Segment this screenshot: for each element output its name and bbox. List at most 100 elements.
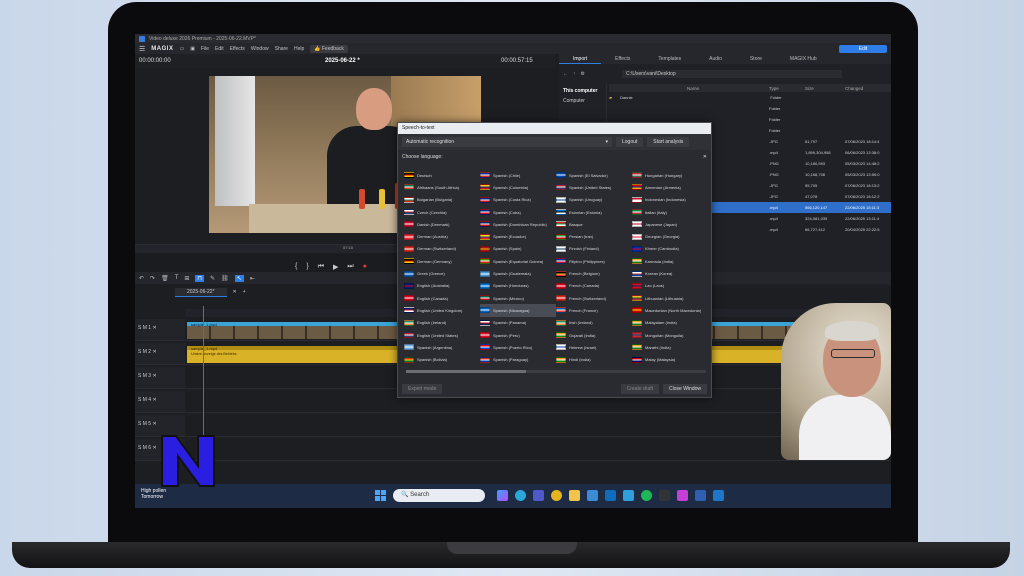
edge-icon[interactable] xyxy=(515,490,526,501)
language-option[interactable]: English (United States) xyxy=(404,329,480,341)
language-option[interactable]: Spanish (Costa Rica) xyxy=(480,194,556,206)
language-option[interactable]: Indonesian (Indonesia) xyxy=(632,194,708,206)
language-option[interactable]: French (Belgium) xyxy=(556,267,632,279)
track-header[interactable]: S M 3 ✕ xyxy=(135,367,185,388)
tab-magix-hub[interactable]: MAGIX Hub xyxy=(776,54,831,64)
taskbar-search[interactable]: 🔍 Search xyxy=(393,489,485,502)
record-icon[interactable]: ● xyxy=(363,263,367,271)
language-option[interactable]: French (Canada) xyxy=(556,280,632,292)
language-option[interactable]: Lithuanian (Lithuania) xyxy=(632,292,708,304)
track-header[interactable]: S M 2 ✕ xyxy=(135,343,185,364)
language-option[interactable]: German (Germany) xyxy=(404,255,480,267)
tree-this-computer[interactable]: This computer xyxy=(563,88,602,94)
language-option[interactable]: English (United Kingdom) xyxy=(404,304,480,316)
language-option[interactable]: Afrikaans (South Africa) xyxy=(404,181,480,193)
windows-start-icon[interactable] xyxy=(375,490,386,501)
language-option[interactable]: Spanish (Panama) xyxy=(480,317,556,329)
language-option[interactable]: Spanish (Paraguay) xyxy=(480,353,556,365)
language-option[interactable]: Irish (Ireland) xyxy=(556,317,632,329)
save-icon[interactable]: ▣ xyxy=(190,46,195,52)
menu-window[interactable]: Window xyxy=(251,46,269,52)
language-option[interactable]: Spanish (Argentina) xyxy=(404,341,480,353)
next-icon[interactable]: ⏭ xyxy=(347,263,353,271)
create-draft-button[interactable]: Create draft xyxy=(620,384,660,394)
photos-icon[interactable] xyxy=(623,490,634,501)
tree-computer[interactable]: Computer xyxy=(563,98,602,104)
logout-button[interactable]: Logout xyxy=(616,137,644,147)
language-option[interactable]: English (Ireland) xyxy=(404,317,480,329)
language-option[interactable]: Spanish (Guatemala) xyxy=(480,267,556,279)
close-icon[interactable]: ✕ xyxy=(703,154,707,160)
outlook-icon[interactable] xyxy=(605,490,616,501)
text-icon[interactable]: T xyxy=(175,275,179,281)
close-icon[interactable]: ✕ xyxy=(233,289,237,295)
tab-project[interactable]: 2025-06-22* xyxy=(175,287,227,297)
recognition-select[interactable]: Automatic recognition ▾ xyxy=(402,137,612,147)
language-option[interactable]: Greek (Greece) xyxy=(404,267,480,279)
scrollbar-thumb[interactable] xyxy=(406,370,526,373)
language-option[interactable]: Estonian (Estonia) xyxy=(556,206,632,218)
language-scrollbar[interactable] xyxy=(406,370,706,373)
language-option[interactable]: Spanish (Spain) xyxy=(480,243,556,255)
col-name[interactable]: Name xyxy=(609,86,769,91)
language-option[interactable]: Filipino (Philippines) xyxy=(556,255,632,267)
spotify-icon[interactable] xyxy=(641,490,652,501)
language-option[interactable]: French (Switzerland) xyxy=(556,292,632,304)
language-option[interactable]: Kannada (India) xyxy=(632,255,708,267)
col-changed[interactable]: Changed xyxy=(845,86,891,91)
menu-edit[interactable]: Edit xyxy=(215,46,224,52)
menu-effects[interactable]: Effects xyxy=(230,46,245,52)
new-file-icon[interactable]: ▭ xyxy=(179,46,184,52)
video-app-icon[interactable] xyxy=(677,490,688,501)
tab-templates[interactable]: Templates xyxy=(644,54,695,64)
language-option[interactable]: Malayalam (India) xyxy=(632,317,708,329)
tab-audio[interactable]: Audio xyxy=(695,54,736,64)
split-icon[interactable]: ⊞ xyxy=(184,275,189,282)
language-option[interactable]: Japanese (Japan) xyxy=(632,218,708,230)
language-option[interactable]: Spanish (Cuba) xyxy=(480,206,556,218)
language-option[interactable]: Macedonian (North Macedonia) xyxy=(632,304,708,316)
gear-icon[interactable]: ⚙ xyxy=(581,71,585,77)
play-icon[interactable]: ▶ xyxy=(333,263,338,271)
cursor-icon[interactable]: ↖ xyxy=(234,274,244,282)
language-option[interactable]: English (Canada) xyxy=(404,292,480,304)
add-tab-icon[interactable]: + xyxy=(243,289,246,295)
menu-file[interactable]: File xyxy=(201,46,209,52)
language-option[interactable]: Spanish (Colombia) xyxy=(480,181,556,193)
language-option[interactable]: Bulgarian (Bulgaria) xyxy=(404,194,480,206)
language-option[interactable]: Lao (Laos) xyxy=(632,280,708,292)
language-option[interactable]: Spanish (Mexico) xyxy=(480,292,556,304)
up-icon[interactable]: ↑ xyxy=(573,71,576,77)
language-option[interactable]: Basque xyxy=(556,218,632,230)
magix-app-icon[interactable] xyxy=(695,490,706,501)
teams-icon[interactable] xyxy=(533,490,544,501)
language-option[interactable]: Spanish (Uruguay) xyxy=(556,194,632,206)
language-option[interactable]: Danish (Denmark) xyxy=(404,218,480,230)
language-option[interactable]: Italian (Italy) xyxy=(632,206,708,218)
language-option[interactable]: Korean (Korea) xyxy=(632,267,708,279)
language-option[interactable]: Spanish (Peru) xyxy=(480,329,556,341)
chrome-icon[interactable] xyxy=(551,490,562,501)
pen-icon[interactable]: ✎ xyxy=(210,275,215,282)
back-icon[interactable]: ← xyxy=(563,71,568,77)
language-option[interactable]: Spanish (Bolivia) xyxy=(404,353,480,365)
file-row[interactable]: Folder xyxy=(609,103,891,114)
link-icon[interactable]: ⛓ xyxy=(221,275,229,282)
store-icon[interactable] xyxy=(587,490,598,501)
timeline-track[interactable]: S M 5 ✕ xyxy=(135,415,891,437)
menu-help[interactable]: Help xyxy=(294,46,304,52)
language-option[interactable]: French (France) xyxy=(556,304,632,316)
language-option[interactable]: Hindi (India) xyxy=(556,353,632,365)
language-option[interactable]: Czech (Czechia) xyxy=(404,206,480,218)
language-option[interactable]: Finnish (Finland) xyxy=(556,243,632,255)
tab-import[interactable]: Import xyxy=(559,54,602,64)
language-option[interactable]: Hebrew (Israel) xyxy=(556,341,632,353)
language-option[interactable]: Marathi (India) xyxy=(632,341,708,353)
language-option[interactable]: Spanish (Honduras) xyxy=(480,280,556,292)
language-option[interactable]: English (Australia) xyxy=(404,280,480,292)
terminal-icon[interactable] xyxy=(659,490,670,501)
copilot-icon[interactable] xyxy=(497,490,508,501)
language-option[interactable]: Spanish (Nicaragua) xyxy=(480,304,556,317)
track-header[interactable]: S M 1 ✕ xyxy=(135,319,185,340)
language-option[interactable]: Spanish (Equatorial Guinea) xyxy=(480,255,556,267)
